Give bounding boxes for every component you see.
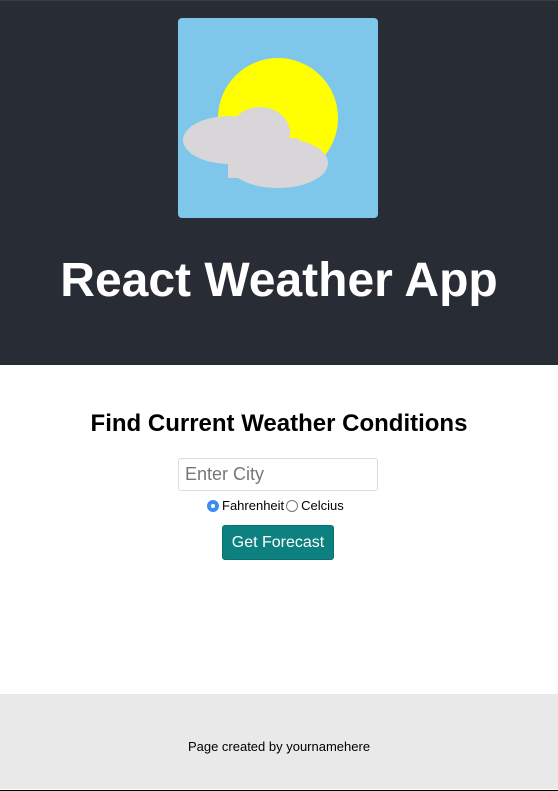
footer-credit: Page created by yournamehere (187, 739, 371, 754)
app-title: React Weather App (60, 254, 498, 307)
fahrenheit-label[interactable]: Fahrenheit (222, 498, 284, 513)
city-input[interactable] (178, 458, 378, 491)
section-heading: Find Current Weather Conditions (90, 410, 468, 437)
page-footer: Page created by yournamehere (0, 694, 558, 789)
unit-selector: Fahrenheit Celcius (207, 498, 346, 513)
forecast-form: Find Current Weather Conditions Fahrenhe… (0, 365, 558, 694)
celcius-radio[interactable] (286, 499, 299, 512)
get-forecast-button[interactable]: Get Forecast (222, 525, 334, 560)
weather-logo-icon (178, 18, 378, 218)
celcius-label[interactable]: Celcius (301, 498, 344, 513)
app-header: React Weather App (0, 1, 558, 365)
fahrenheit-radio[interactable] (207, 499, 219, 512)
